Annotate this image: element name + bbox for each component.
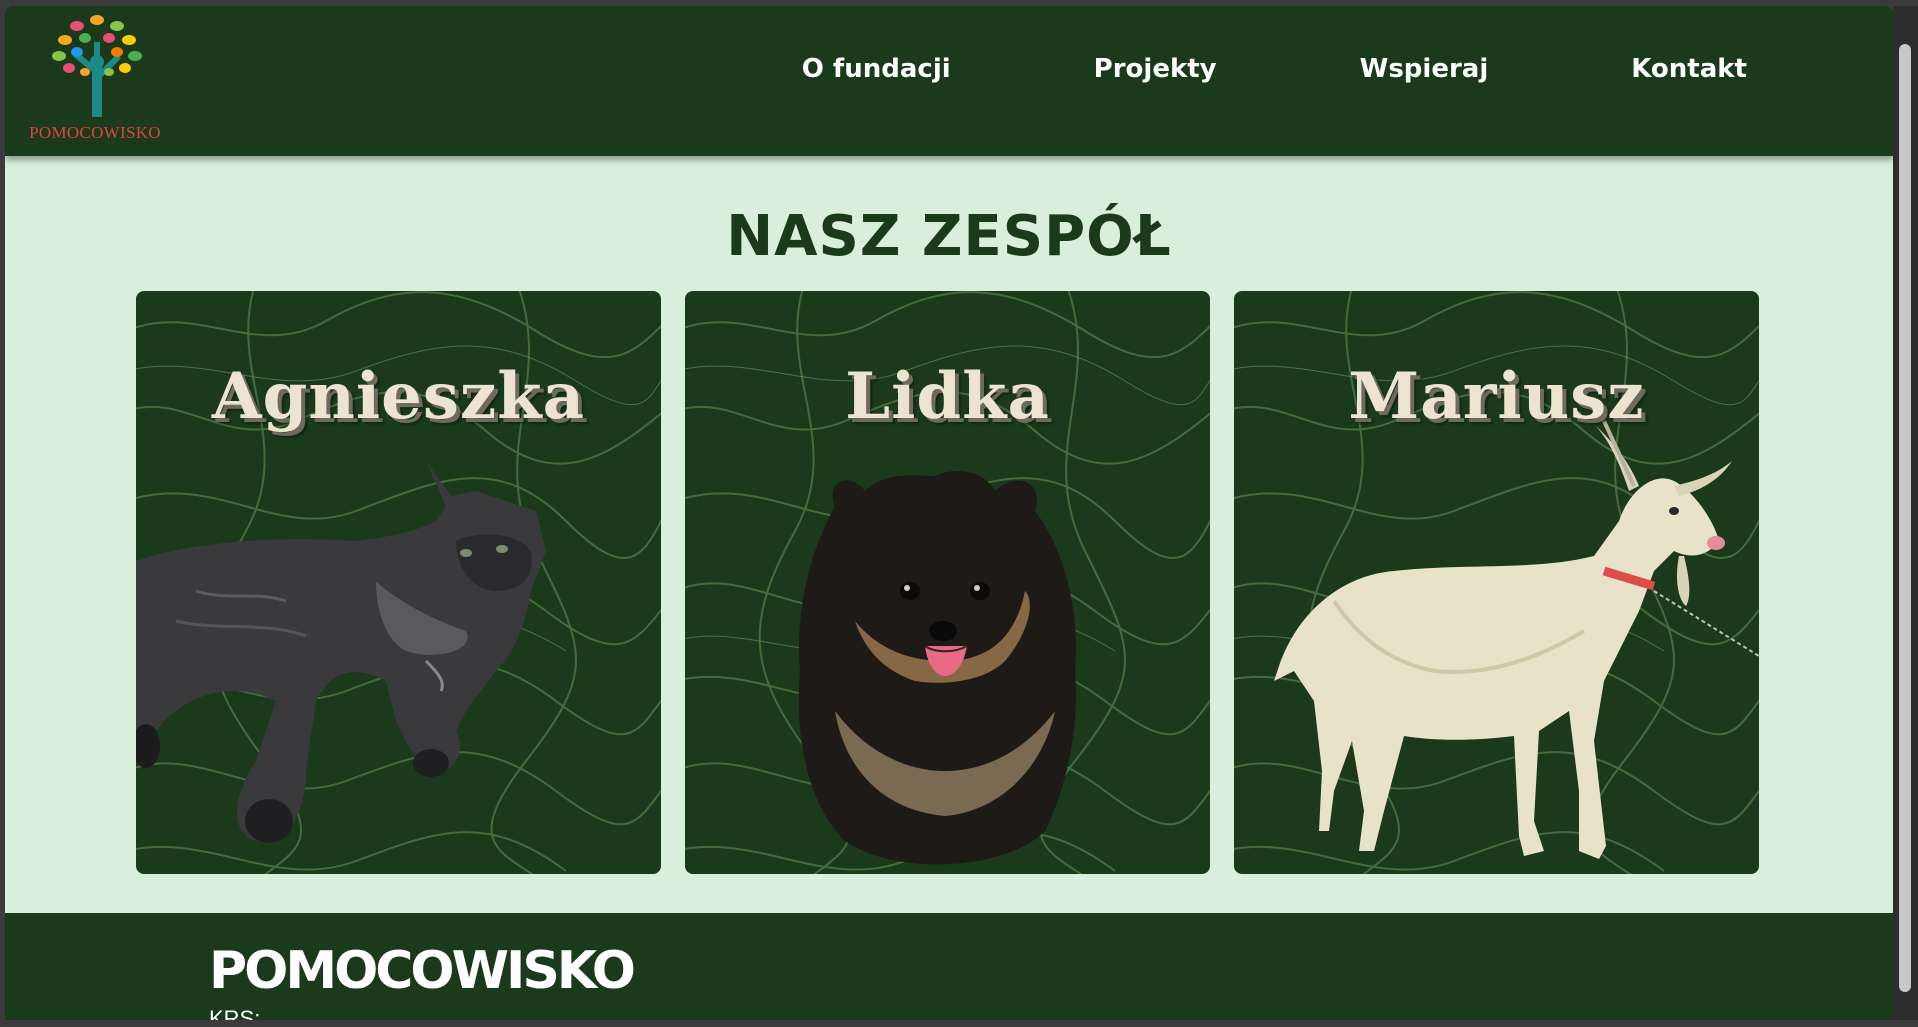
nav-link-kontakt[interactable]: Kontakt: [1631, 50, 1747, 112]
main-nav: O fundacji Projekty Wspieraj Kontakt: [802, 6, 1747, 156]
team-member-name: Lidka: [845, 359, 1050, 434]
footer: POMOCOWISKO KRS:: [5, 913, 1893, 1020]
tree-logo-icon: [52, 15, 142, 117]
team-member-name: Mariusz: [1348, 359, 1645, 434]
team-card-agnieszka[interactable]: Agnieszka: [136, 291, 661, 874]
scrollbar-thumb[interactable]: [1899, 44, 1911, 992]
vertical-scrollbar[interactable]: [1893, 6, 1918, 1020]
team-card-mariusz[interactable]: Mariusz: [1234, 291, 1759, 874]
team-section-title: NASZ ZESPÓŁ: [726, 204, 1172, 269]
team-cards: Agnieszka Lidka Mariusz: [136, 291, 1759, 874]
nav-link-wspieraj[interactable]: Wspieraj: [1360, 50, 1489, 112]
nav-link-projekty[interactable]: Projekty: [1094, 50, 1217, 112]
logo-text: POMOCOWISKO: [29, 123, 161, 142]
footer-brand: POMOCOWISKO: [209, 941, 636, 1001]
browser-viewport: POMOCOWISKO O fundacji Projekty Wspieraj…: [5, 6, 1893, 1020]
navbar: POMOCOWISKO O fundacji Projekty Wspieraj…: [5, 6, 1893, 156]
logo[interactable]: POMOCOWISKO: [25, 12, 165, 142]
nav-link-o-fundacji[interactable]: O fundacji: [802, 50, 951, 112]
footer-krs-label: KRS:: [209, 1006, 261, 1020]
team-card-lidka[interactable]: Lidka: [685, 291, 1210, 874]
team-member-name: Agnieszka: [211, 359, 586, 434]
